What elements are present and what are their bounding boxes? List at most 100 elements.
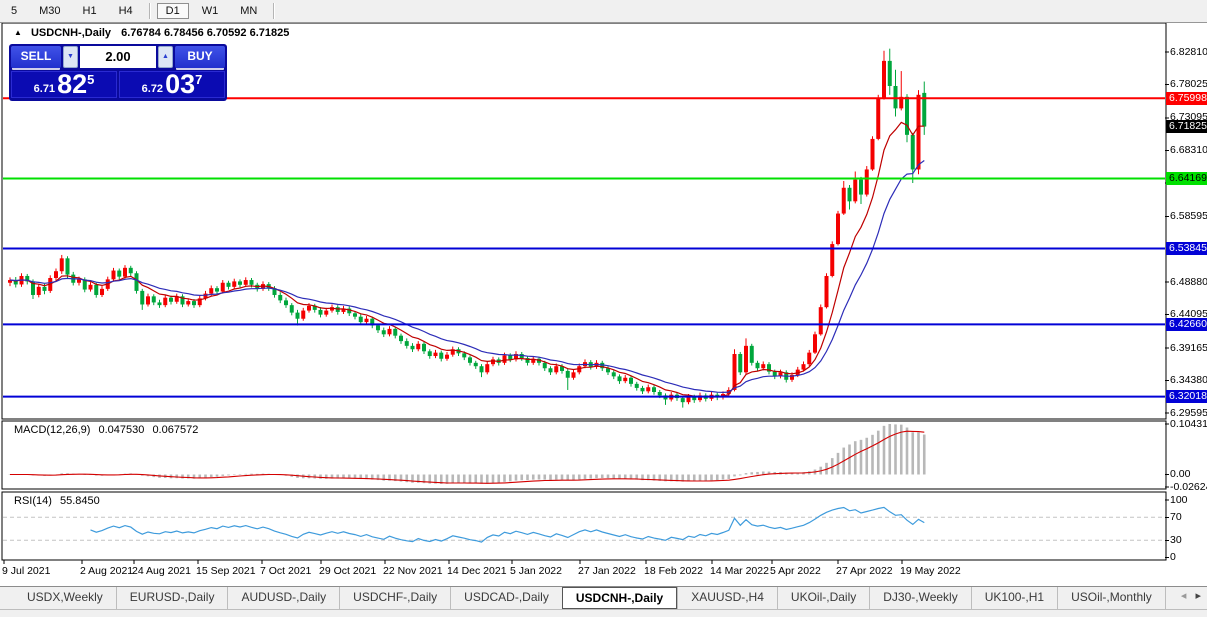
sell-price-display[interactable]: 6.71 82 5 bbox=[11, 71, 117, 98]
tab-scroll-right-icon[interactable]: ▸ bbox=[1195, 590, 1201, 602]
symbol-tab-usdx-weekly[interactable]: USDX,Weekly bbox=[14, 587, 116, 609]
buy-price-big: 03 bbox=[165, 69, 196, 99]
price-tick-label: 6.78025 bbox=[1170, 77, 1207, 90]
candle-body bbox=[289, 305, 294, 313]
rsi-axis-label: 30 bbox=[1170, 533, 1182, 546]
rsi-pane[interactable] bbox=[1, 491, 1167, 561]
macd-bar bbox=[917, 432, 920, 475]
macd-bar bbox=[848, 444, 851, 475]
symbol-tab-uk100-h1[interactable]: UK100-,H1 bbox=[970, 587, 1057, 609]
macd-bar bbox=[692, 474, 696, 482]
candle-body bbox=[640, 387, 645, 392]
candle-body bbox=[284, 300, 288, 306]
collapse-chart-icon[interactable]: ▲ bbox=[14, 28, 22, 37]
date-tick-label: 9 Jul 2021 bbox=[2, 565, 51, 577]
macd-bar bbox=[221, 474, 225, 476]
candle-body bbox=[307, 305, 311, 311]
candle-body bbox=[427, 351, 432, 357]
macd-bar bbox=[181, 474, 184, 479]
symbol-tab-usdchf-daily[interactable]: USDCHF-,Daily bbox=[339, 587, 450, 609]
timeframe-button-w1[interactable]: W1 bbox=[193, 3, 228, 19]
rsi-label-row: RSI(14) 55.8450 bbox=[14, 495, 105, 507]
candle-body bbox=[629, 377, 633, 384]
sell-button[interactable]: SELL bbox=[11, 46, 61, 68]
symbol-tab-ukoil-daily[interactable]: UKOil-,Daily bbox=[776, 587, 869, 609]
macd-bar bbox=[209, 474, 213, 478]
candle-body bbox=[422, 343, 426, 352]
symbol-tab-usdcnh-daily[interactable]: USDCNH-,Daily bbox=[561, 587, 678, 609]
date-tick-label: 5 Jan 2022 bbox=[510, 565, 562, 577]
timeframe-button-m30[interactable]: M30 bbox=[30, 3, 69, 19]
current-price-badge: 6.71825 bbox=[1166, 120, 1207, 134]
candle-body bbox=[870, 138, 875, 170]
candle-body bbox=[278, 294, 283, 301]
chart-symbol-label: USDCNH-,Daily bbox=[30, 27, 112, 39]
date-tick-label: 7 Oct 2021 bbox=[260, 565, 312, 577]
macd-axis-label: -0.026249 bbox=[1170, 480, 1207, 493]
timeframe-button-h1[interactable]: H1 bbox=[74, 3, 106, 19]
candle-body bbox=[215, 288, 219, 292]
volume-decrease-button[interactable]: ▼ bbox=[63, 46, 78, 68]
macd-bar bbox=[733, 474, 736, 477]
timeframe-button-h4[interactable]: H4 bbox=[110, 3, 142, 19]
candle-body bbox=[220, 282, 225, 292]
candle-body bbox=[117, 270, 122, 277]
buy-price-display[interactable]: 6.72 03 7 bbox=[119, 71, 225, 98]
candle-body bbox=[755, 362, 760, 369]
date-tick-label: 24 Aug 2021 bbox=[132, 565, 191, 577]
candle-body bbox=[738, 354, 743, 373]
rsi-value: 55.8450 bbox=[59, 495, 100, 507]
tab-scroll-left-icon[interactable]: ◂ bbox=[1181, 590, 1187, 602]
symbol-tab-dj30-weekly[interactable]: DJ30-,Weekly bbox=[869, 587, 970, 609]
macd-bar bbox=[888, 424, 892, 475]
candle-body bbox=[410, 345, 415, 350]
timeframe-button-d1[interactable]: D1 bbox=[156, 3, 189, 19]
macd-bar bbox=[572, 474, 575, 481]
date-tick-label: 19 May 2022 bbox=[900, 565, 961, 577]
macd-bar bbox=[744, 473, 748, 475]
symbol-tab-usdcad-daily[interactable]: USDCAD-,Daily bbox=[450, 587, 562, 609]
candle-body bbox=[226, 282, 231, 287]
candle-body bbox=[646, 387, 651, 392]
candle-body bbox=[100, 288, 104, 295]
volume-input[interactable]: 2.00 bbox=[80, 46, 156, 68]
date-tick-label: 18 Feb 2022 bbox=[644, 565, 703, 577]
volume-increase-button[interactable]: ▲ bbox=[158, 46, 173, 68]
symbol-tab-eurusd-daily[interactable]: EURUSD-,Daily bbox=[115, 587, 228, 609]
candle-body bbox=[209, 288, 214, 294]
level-price-badge: 6.42660 bbox=[1166, 317, 1207, 331]
candle-body bbox=[54, 271, 58, 279]
macd-bar bbox=[549, 474, 552, 480]
macd-axis-label: 0.00 bbox=[1170, 468, 1191, 480]
candle-body bbox=[399, 335, 403, 342]
candle-body bbox=[571, 372, 576, 378]
date-tick-label: 2 Aug 2021 bbox=[80, 565, 134, 577]
spinner-down-icon: ▼ bbox=[67, 53, 74, 60]
macd-axis-label: 0.104313 bbox=[1170, 417, 1207, 430]
symbol-tab-xauusd-h4[interactable]: XAUUSD-,H4 bbox=[677, 587, 777, 609]
candle-body bbox=[186, 301, 191, 305]
candle-body bbox=[65, 258, 70, 275]
candle-body bbox=[232, 281, 237, 287]
candle-body bbox=[617, 376, 622, 382]
symbol-tab-usoil-monthly[interactable]: USOil-,Monthly bbox=[1057, 587, 1165, 609]
level-price-badge: 6.64169 bbox=[1166, 171, 1207, 185]
tab-scroll-controls: ◂ ▸ bbox=[1170, 589, 1201, 602]
symbol-tab-audusd-daily[interactable]: AUDUSD-,Daily bbox=[227, 587, 339, 609]
candle-body bbox=[88, 284, 93, 290]
candle-body bbox=[548, 368, 553, 373]
candle-body bbox=[887, 60, 892, 86]
date-tick-label: 5 Apr 2022 bbox=[770, 565, 821, 577]
candle-body bbox=[146, 296, 150, 305]
timeframe-button-5[interactable]: 5 bbox=[2, 3, 26, 19]
candle-body bbox=[404, 341, 409, 346]
candle-body bbox=[318, 309, 323, 315]
buy-button[interactable]: BUY bbox=[175, 46, 225, 68]
chart-ohlc-values: 6.76784 6.78456 6.70592 6.71825 bbox=[121, 27, 290, 39]
timeframe-button-mn[interactable]: MN bbox=[231, 3, 266, 19]
candle-body bbox=[36, 286, 41, 295]
candle-body bbox=[824, 275, 829, 308]
macd-bar bbox=[457, 474, 460, 484]
candle-body bbox=[847, 187, 852, 202]
candle-body bbox=[94, 284, 99, 295]
